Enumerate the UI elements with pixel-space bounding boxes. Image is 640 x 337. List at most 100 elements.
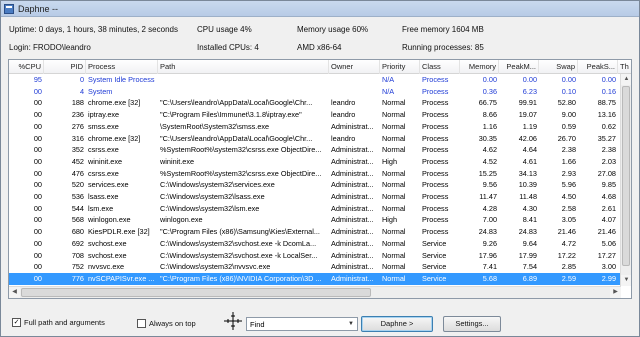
cell-cpu: 00 bbox=[33, 86, 42, 96]
cell-owner: leandro bbox=[331, 98, 356, 108]
table-row[interactable]: 00 680 KiesPDLR.exe [32] "C:\Program Files … bbox=[9, 226, 621, 238]
cell-pid: 452 bbox=[71, 156, 84, 166]
table-row[interactable]: 00 692 svchost.exe C:\Windows\system32\svch… bbox=[9, 238, 621, 250]
free-memory-text: Free memory 1604 MB bbox=[402, 25, 484, 34]
column-header-swap[interactable]: Swap bbox=[539, 60, 578, 74]
system-info-panel: Uptime: 0 days, 1 hours, 38 minutes, 2 s… bbox=[1, 17, 639, 57]
cell-peak-memory: 4.30 bbox=[522, 203, 537, 213]
cell-peak-memory: 0.00 bbox=[522, 75, 537, 84]
cell-priority: Normal bbox=[382, 168, 406, 178]
cell-memory: 7.41 bbox=[482, 262, 497, 272]
cell-swap: 17.22 bbox=[557, 250, 576, 260]
cell-priority: Normal bbox=[382, 145, 406, 155]
scroll-up-arrow-icon[interactable]: ▲ bbox=[621, 74, 631, 85]
column-header-path[interactable]: Path bbox=[158, 60, 329, 74]
column-header-threads[interactable]: Th bbox=[618, 60, 631, 74]
table-row[interactable]: 95 0 System Idle Process N/A Process 0.00 0.00… bbox=[9, 74, 621, 86]
horizontal-scrollbar[interactable]: ◀ ▶ bbox=[9, 286, 621, 298]
cell-pid: 4 bbox=[79, 86, 84, 96]
cell-process: csrss.exe bbox=[88, 145, 119, 155]
table-row[interactable]: 00 568 winlogon.exe winlogon.exe Administrat… bbox=[9, 214, 621, 226]
cell-peak-swap: 5.06 bbox=[601, 238, 616, 248]
table-row[interactable]: 00 520 services.exe C:\Windows\system32\ser… bbox=[9, 179, 621, 191]
login-text: Login: FRODO\leandro bbox=[9, 43, 91, 52]
footer-toolbar: ✓ Full path and arguments Always on top … bbox=[1, 309, 639, 335]
table-row[interactable]: 00 544 lsm.exe C:\Windows\system32\lsm.exe A… bbox=[9, 203, 621, 215]
scroll-right-arrow-icon[interactable]: ▶ bbox=[610, 287, 621, 298]
cell-priority: Normal bbox=[382, 203, 406, 213]
cell-class: Service bbox=[422, 273, 447, 283]
cell-owner bbox=[329, 74, 380, 86]
table-row[interactable]: 00 476 csrss.exe %SystemRoot%\system32\csrs… bbox=[9, 168, 621, 180]
cell-owner: Administrat... bbox=[331, 215, 374, 225]
cell-class: Process bbox=[422, 75, 449, 84]
column-header-owner[interactable]: Owner bbox=[329, 60, 380, 74]
cell-pid: 692 bbox=[71, 238, 84, 248]
full-path-checkbox[interactable]: ✓ bbox=[12, 318, 21, 327]
table-row[interactable]: 00 188 chrome.exe [32] "C:\Users\leandro\Ap… bbox=[9, 97, 621, 109]
cell-peak-swap: 3.00 bbox=[601, 262, 616, 272]
window-title: Daphne -- bbox=[18, 3, 59, 14]
cell-peak-memory: 34.13 bbox=[518, 168, 537, 178]
cell-pid: 544 bbox=[71, 203, 84, 213]
scroll-left-arrow-icon[interactable]: ◀ bbox=[9, 287, 20, 298]
column-header-cpu[interactable]: %CPU bbox=[9, 60, 44, 74]
title-bar[interactable]: Daphne -- bbox=[1, 1, 639, 17]
column-header-pid[interactable]: PID bbox=[44, 60, 86, 74]
table-row-selected[interactable]: 00 776 nvSCPAPISvr.exe ... "C:\Program File… bbox=[9, 272, 621, 285]
cell-memory: 30.35 bbox=[478, 133, 497, 143]
daphne-button[interactable]: Daphne > bbox=[361, 316, 433, 332]
scroll-down-arrow-icon[interactable]: ▼ bbox=[621, 275, 631, 286]
cell-memory: 24.83 bbox=[478, 227, 497, 237]
vertical-scroll-thumb[interactable] bbox=[622, 86, 630, 266]
vertical-scrollbar[interactable]: ▲ ▼ bbox=[620, 74, 631, 286]
cell-path: "C:\Users\leandro\AppData\Local\Google\C… bbox=[160, 98, 313, 108]
full-path-label[interactable]: Full path and arguments bbox=[24, 318, 105, 327]
cell-memory: 1.16 bbox=[482, 121, 497, 131]
cell-owner: Administrat... bbox=[331, 203, 374, 213]
column-header-peak-swap[interactable]: PeakS... bbox=[578, 60, 618, 74]
find-combobox[interactable]: Find ▼ bbox=[246, 317, 358, 331]
table-row[interactable]: 00 316 chrome.exe [32] "C:\Users\leandro\Ap… bbox=[9, 133, 621, 145]
table-row[interactable]: 00 452 wininit.exe wininit.exe Administrat..… bbox=[9, 156, 621, 168]
column-header-priority[interactable]: Priority bbox=[380, 60, 420, 74]
column-header-peak-memory[interactable]: PeakM... bbox=[499, 60, 539, 74]
cell-path: %SystemRoot%\system32\csrss.exe ObjectDi… bbox=[160, 168, 322, 178]
cell-swap: 2.85 bbox=[561, 262, 576, 272]
cell-cpu: 00 bbox=[33, 98, 42, 108]
column-header-class[interactable]: Class bbox=[420, 60, 460, 74]
running-processes-text: Running processes: 85 bbox=[402, 43, 484, 52]
horizontal-scroll-thumb[interactable] bbox=[21, 288, 371, 297]
always-on-top-checkbox[interactable] bbox=[137, 319, 146, 328]
cell-priority: Normal bbox=[382, 192, 406, 201]
cell-priority: High bbox=[382, 156, 398, 166]
cell-path: "C:\Program Files (x86)\NVIDIA Corporati… bbox=[160, 273, 322, 283]
target-cross-icon[interactable] bbox=[224, 312, 242, 330]
cell-path: C:\Windows\system32\svchost.exe -k Local… bbox=[160, 250, 318, 260]
cell-class: Service bbox=[422, 262, 447, 272]
process-table[interactable]: %CPU PID Process Path Owner Priority Cla… bbox=[8, 59, 632, 299]
table-row[interactable]: 00 236 iptray.exe "C:\Program Files\Immunet… bbox=[9, 109, 621, 121]
column-header-process[interactable]: Process bbox=[86, 60, 158, 74]
table-row[interactable]: 00 752 nvvsvc.exe C:\Windows\system32\nvvsv… bbox=[9, 261, 621, 273]
cell-class: Process bbox=[422, 121, 449, 131]
table-row[interactable]: 00 536 lsass.exe C:\Windows\system32\lsass.… bbox=[9, 191, 621, 203]
always-on-top-label[interactable]: Always on top bbox=[149, 319, 196, 328]
cell-process: lsass.exe bbox=[88, 192, 119, 201]
chevron-down-icon[interactable]: ▼ bbox=[345, 318, 357, 330]
table-row[interactable]: 00 708 svchost.exe C:\Windows\system32\svch… bbox=[9, 250, 621, 262]
cell-pid: 708 bbox=[71, 250, 84, 260]
cell-class: Process bbox=[422, 180, 449, 190]
cell-priority: Normal bbox=[382, 238, 406, 248]
table-row[interactable]: 00 352 csrss.exe %SystemRoot%\system32\csrs… bbox=[9, 144, 621, 156]
table-row[interactable]: 00 276 smss.exe \SystemRoot\System32\smss.e… bbox=[9, 121, 621, 133]
table-row[interactable]: 00 4 System N/A Process 0.36 6.23 0.10 0.16 bbox=[9, 86, 621, 98]
cell-cpu: 00 bbox=[33, 192, 42, 201]
cell-memory: 17.96 bbox=[478, 250, 497, 260]
cell-peak-memory: 6.23 bbox=[522, 86, 537, 96]
column-header-memory[interactable]: Memory bbox=[460, 60, 499, 74]
cell-peak-memory: 7.54 bbox=[522, 262, 537, 272]
settings-button[interactable]: Settings... bbox=[443, 316, 501, 332]
app-icon bbox=[4, 3, 14, 14]
cell-process: iptray.exe bbox=[88, 110, 120, 120]
